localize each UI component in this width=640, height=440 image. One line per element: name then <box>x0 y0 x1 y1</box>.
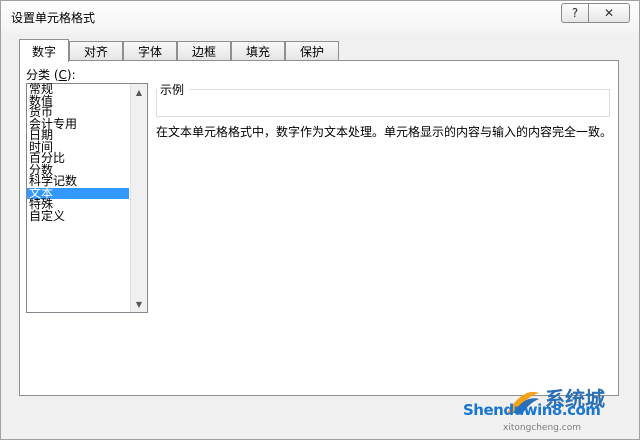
format-cells-dialog: 设置单元格格式 ? ✕ 数字 对齐 字体 边框 填充 保护 分类 (C): 常规… <box>0 0 640 440</box>
vertical-scrollbar[interactable]: ▲ ▼ <box>130 84 147 312</box>
scroll-down-button[interactable]: ▼ <box>131 296 147 312</box>
category-label: 分类 (C): <box>26 68 76 82</box>
watermark-brand: Shenduwin8.com <box>463 401 601 419</box>
help-button[interactable]: ? <box>561 3 589 23</box>
category-item[interactable]: 自定义 <box>27 210 129 223</box>
format-description: 在文本单元格格式中，数字作为文本处理。单元格显示的内容与输入的内容完全一致。 <box>156 125 613 139</box>
close-icon: ✕ <box>603 6 615 20</box>
title-bar[interactable]: 设置单元格格式 ? ✕ <box>1 1 639 33</box>
tab-number[interactable]: 数字 <box>19 39 69 62</box>
dialog-title: 设置单元格格式 <box>11 11 96 25</box>
triangle-up-icon: ▲ <box>135 87 143 97</box>
scroll-up-button[interactable]: ▲ <box>131 84 147 100</box>
watermark: 系统城 Shenduwin8.com xitongcheng.com <box>463 383 639 439</box>
close-button[interactable]: ✕ <box>588 3 630 23</box>
tab-border[interactable]: 边框 <box>177 41 231 61</box>
question-mark-icon: ? <box>571 6 579 20</box>
number-tab-panel: 分类 (C): 常规 数值 货币 会计专用 日期 时间 百分比 分数 科学记数 文本 特殊 自定义 ▲… <box>19 60 619 396</box>
sample-preview <box>156 89 610 117</box>
watermark-subtext: xitongcheng.com <box>503 423 581 433</box>
tab-protection[interactable]: 保护 <box>285 41 339 61</box>
tab-alignment[interactable]: 对齐 <box>69 41 123 61</box>
category-list: 常规 数值 货币 会计专用 日期 时间 百分比 分数 科学记数 文本 特殊 自定义 <box>27 83 129 223</box>
category-listbox[interactable]: 常规 数值 货币 会计专用 日期 时间 百分比 分数 科学记数 文本 特殊 自定义 ▲ ▼ <box>26 83 148 313</box>
triangle-down-icon: ▼ <box>135 299 143 309</box>
tab-font[interactable]: 字体 <box>123 41 177 61</box>
tab-fill[interactable]: 填充 <box>231 41 285 61</box>
